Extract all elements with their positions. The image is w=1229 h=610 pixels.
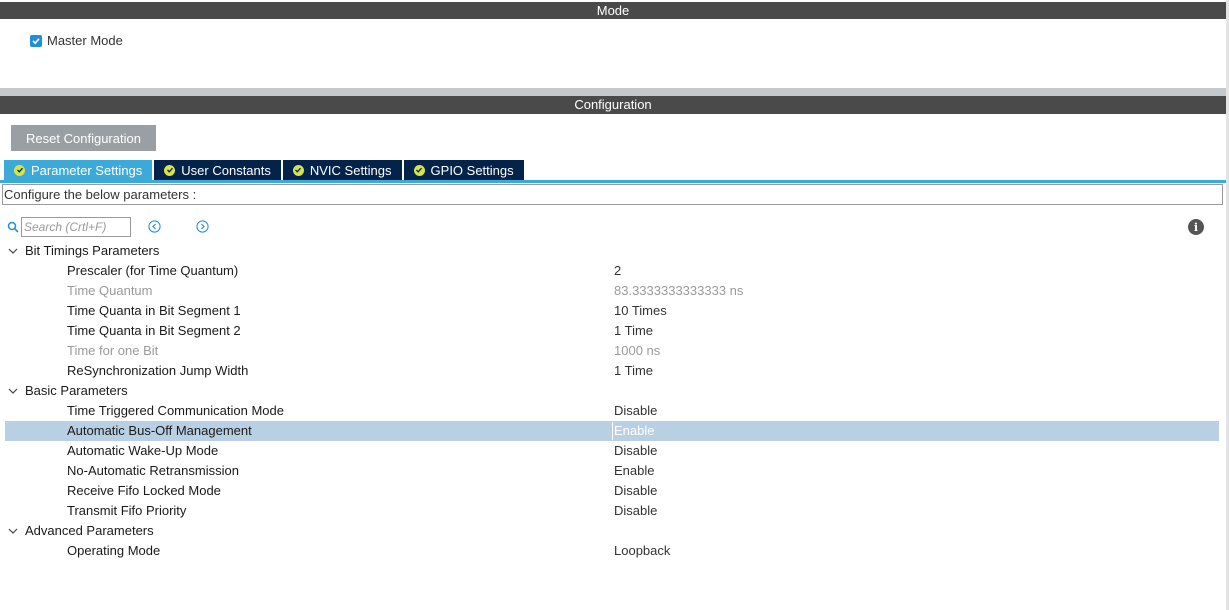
param-value[interactable]: 1 Time (614, 361, 653, 381)
param-name: Automatic Bus-Off Management (67, 423, 252, 438)
tab-parameter-settings[interactable]: Parameter Settings (4, 160, 153, 180)
param-row[interactable]: Transmit Fifo Priority Disable (5, 501, 1219, 521)
param-row[interactable]: Time Quantum 83.3333333333333 ns (5, 281, 1219, 301)
info-icon[interactable]: i (1188, 219, 1204, 235)
param-row[interactable]: Time Quanta in Bit Segment 2 1 Time (5, 321, 1219, 341)
tab-label: Parameter Settings (31, 162, 143, 178)
tab-user-constants[interactable]: User Constants (154, 160, 281, 180)
param-name: Time Triggered Communication Mode (67, 403, 284, 418)
param-name: ReSynchronization Jump Width (67, 363, 249, 378)
param-value: 1000 ns (614, 343, 661, 358)
tab-label: GPIO Settings (430, 162, 514, 178)
param-value[interactable]: Loopback (614, 541, 670, 561)
param-row[interactable]: Time Triggered Communication Mode Disable (5, 401, 1219, 421)
param-value[interactable]: Disable (614, 481, 657, 501)
param-group-label: Bit Timings Parameters (25, 243, 160, 258)
cell-separator (612, 422, 613, 440)
param-group[interactable]: Advanced Parameters (5, 521, 1219, 541)
param-name: Time Quanta in Bit Segment 1 (67, 303, 241, 318)
check-icon (413, 164, 425, 176)
check-icon (164, 164, 176, 176)
param-value: 83.3333333333333 ns (614, 283, 744, 298)
tab-gpio-settings[interactable]: GPIO Settings (403, 160, 524, 180)
reset-configuration-button[interactable]: Reset Configuration (11, 125, 156, 151)
param-name: Time for one Bit (67, 343, 159, 358)
tab-label: NVIC Settings (309, 162, 392, 178)
tab-label: User Constants (181, 162, 271, 178)
param-value[interactable]: Disable (614, 401, 657, 421)
param-name: Automatic Wake-Up Mode (67, 443, 219, 458)
search-icon[interactable] (7, 221, 19, 236)
search-input[interactable] (21, 217, 131, 237)
param-row[interactable]: Time for one Bit 1000 ns (5, 341, 1219, 361)
param-row[interactable]: Prescaler (for Time Quantum) 2 (5, 261, 1219, 281)
param-name: Transmit Fifo Priority (67, 503, 187, 518)
prev-icon[interactable] (148, 220, 161, 233)
check-icon (14, 164, 25, 176)
param-group-label: Basic Parameters (25, 383, 128, 398)
param-value[interactable]: 10 Times (614, 301, 667, 321)
param-name: Operating Mode (67, 543, 161, 558)
param-value[interactable]: 1 Time (614, 321, 653, 341)
param-row[interactable]: Operating Mode Loopback (5, 541, 1219, 561)
tab-nvic-settings[interactable]: NVIC Settings (282, 160, 402, 180)
tab-underline (0, 180, 1226, 183)
param-row[interactable]: ReSynchronization Jump Width 1 Time (5, 361, 1219, 381)
param-row[interactable]: No-Automatic Retransmission Enable (5, 461, 1219, 481)
param-group[interactable]: Basic Parameters (5, 381, 1219, 401)
mode-header: Mode (0, 2, 1226, 19)
param-name: Prescaler (for Time Quantum) (67, 263, 239, 278)
next-icon[interactable] (196, 220, 209, 233)
master-mode-label: Master Mode (47, 33, 123, 48)
param-row[interactable]: Time Quanta in Bit Segment 1 10 Times (5, 301, 1219, 321)
config-tabs: Parameter Settings User Constants NVIC Set… (4, 160, 524, 180)
parameter-tree: Bit Timings Parameters Prescaler (for Tim… (5, 241, 1219, 561)
param-row[interactable]: Automatic Wake-Up Mode Disable (5, 441, 1219, 461)
param-row[interactable]: Automatic Bus-Off Management Enable (5, 421, 1219, 441)
check-icon[interactable] (30, 34, 42, 47)
param-group-label: Advanced Parameters (25, 523, 154, 538)
check-icon (292, 164, 304, 176)
configure-instructions: Configure the below parameters : (2, 184, 1223, 205)
param-group[interactable]: Bit Timings Parameters (5, 241, 1219, 261)
configuration-header: Configuration (0, 96, 1226, 114)
param-name: Time Quantum (67, 283, 153, 298)
param-value[interactable]: 2 (614, 261, 621, 281)
param-name: No-Automatic Retransmission (67, 463, 239, 478)
param-value[interactable]: Enable (614, 461, 654, 481)
param-name: Time Quanta in Bit Segment 2 (67, 323, 241, 338)
panel-divider[interactable] (0, 88, 1226, 96)
param-value[interactable]: Enable (614, 421, 654, 441)
param-name: Receive Fifo Locked Mode (67, 483, 221, 498)
param-row[interactable]: Receive Fifo Locked Mode Disable (5, 481, 1219, 501)
param-value[interactable]: Disable (614, 441, 657, 461)
param-value[interactable]: Disable (614, 501, 657, 521)
master-mode-checkbox[interactable]: Master Mode (30, 33, 123, 48)
